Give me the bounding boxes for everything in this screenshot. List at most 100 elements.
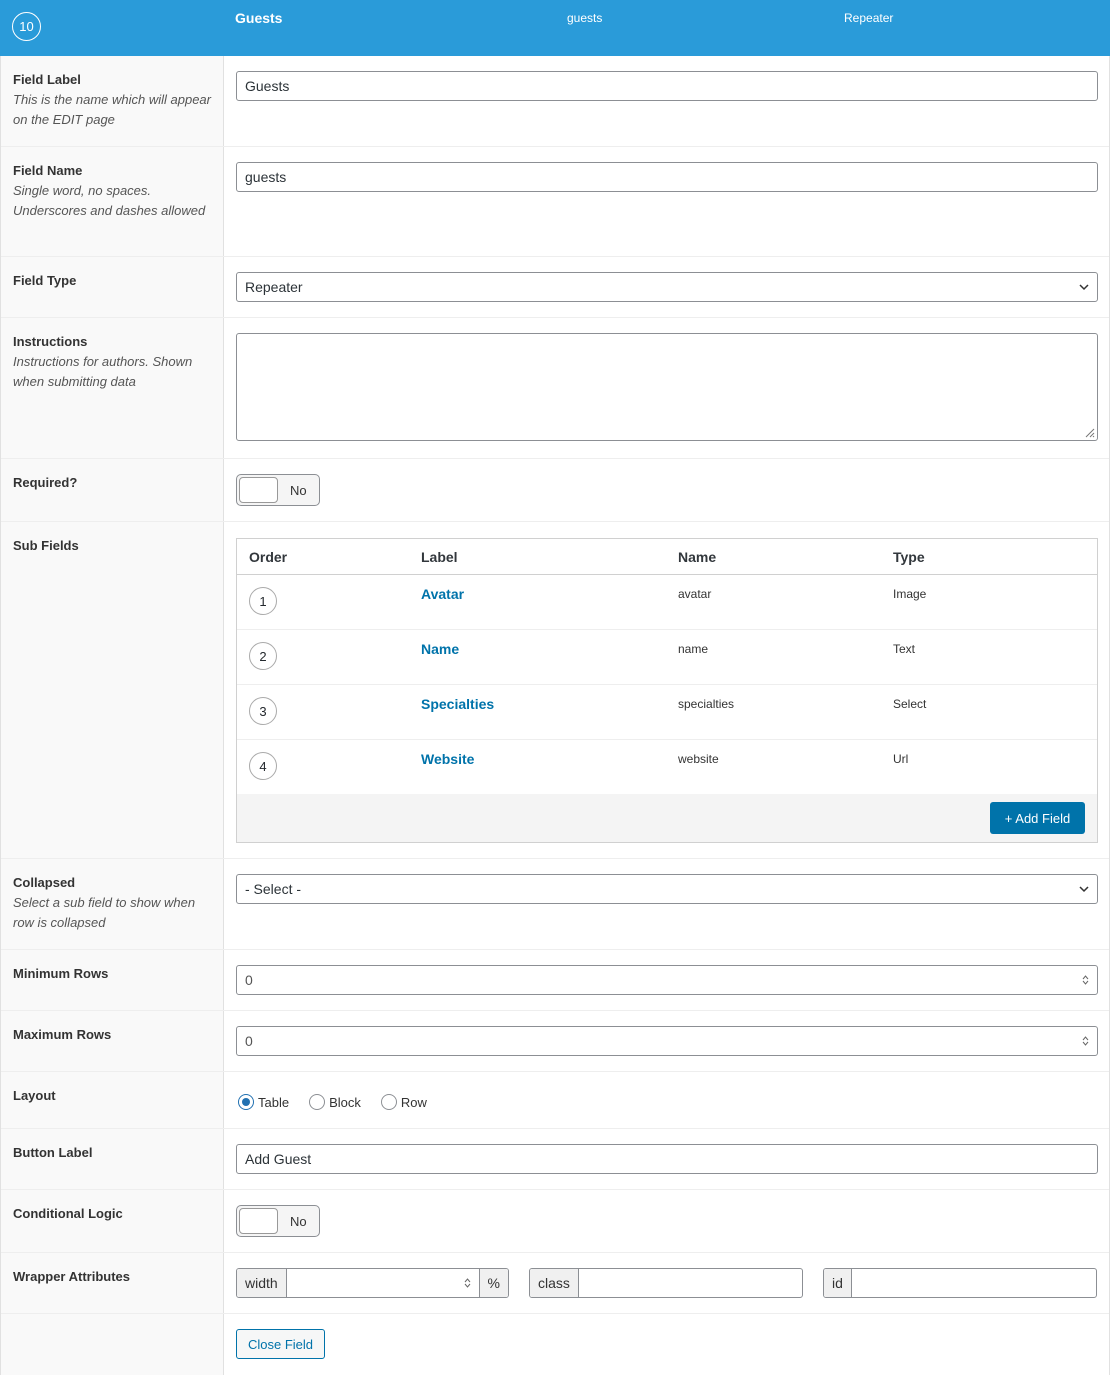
sub-field-type: Text	[893, 642, 916, 656]
field-label-input[interactable]: Guests	[236, 71, 1098, 101]
layout-option-label: Block	[329, 1094, 361, 1110]
layout-option-label: Table	[258, 1094, 290, 1110]
row-min-rows: Minimum Rows 0	[1, 950, 1109, 1011]
row-instructions: Instructions Instructions for authors. S…	[1, 318, 1109, 459]
required-toggle[interactable]: No	[236, 474, 320, 506]
field-header-type: Repeater	[844, 11, 894, 25]
collapsed-desc: Select a sub field to show when row is c…	[13, 895, 196, 930]
sub-field-name: name	[678, 642, 709, 656]
collapsed-select[interactable]: - Select -	[236, 874, 1098, 904]
sub-field-label-link[interactable]: Website	[421, 751, 474, 767]
collapsed-title: Collapsed	[13, 875, 76, 890]
button-label-input[interactable]: Add Guest	[236, 1144, 1098, 1174]
wrapper-width-label: width	[237, 1269, 287, 1297]
wrapper-width-input[interactable]	[287, 1269, 479, 1297]
sub-field-order[interactable]: 1	[249, 587, 277, 615]
sub-field-order[interactable]: 2	[249, 642, 277, 670]
resize-grip-icon[interactable]	[1083, 426, 1095, 438]
required-toggle-label: No	[290, 483, 307, 498]
sub-field-type: Select	[893, 697, 927, 711]
table-row[interactable]: 4 Website website Url	[237, 740, 1097, 795]
sub-field-label-link[interactable]: Specialties	[421, 696, 494, 712]
conditional-logic-toggle-label: No	[290, 1214, 307, 1229]
wrapper-width-suffix: %	[478, 1269, 508, 1297]
field-name-desc: Single word, no spaces. Underscores and …	[13, 183, 206, 218]
row-max-rows: Maximum Rows 0	[1, 1011, 1109, 1072]
instructions-desc: Instructions for authors. Shown when sub…	[13, 354, 193, 389]
sub-field-label-link[interactable]: Avatar	[421, 586, 464, 602]
close-field-button[interactable]: Close Field	[236, 1329, 325, 1359]
layout-option-label: Row	[400, 1094, 427, 1110]
sub-fields-table: Order Label Name Type 1 Avatar avatar Im…	[236, 538, 1098, 843]
sub-field-type: Image	[893, 587, 927, 601]
wrapper-class-field[interactable]: class	[529, 1268, 803, 1298]
field-header[interactable]: 10 Guests guests Repeater	[0, 0, 1110, 56]
field-order-badge: 10	[12, 12, 41, 41]
sub-field-order[interactable]: 3	[249, 697, 277, 725]
field-label-desc: This is the name which will appear on th…	[13, 92, 211, 127]
collapsed-value: - Select -	[245, 881, 302, 897]
conditional-logic-toggle[interactable]: No	[236, 1205, 320, 1237]
field-type-value: Repeater	[245, 279, 303, 295]
table-row[interactable]: 3 Specialties specialties Select	[237, 685, 1097, 740]
row-button-label: Button Label Add Guest	[1, 1129, 1109, 1190]
sub-field-order[interactable]: 4	[249, 752, 277, 780]
radio-checked[interactable]	[238, 1094, 254, 1110]
sub-fields-footer: + Add Field	[237, 794, 1097, 842]
sub-field-name: website	[678, 752, 719, 766]
sub-field-name: specialties	[678, 697, 735, 711]
sub-fields-title: Sub Fields	[13, 538, 79, 553]
max-rows-input[interactable]: 0	[236, 1026, 1098, 1056]
wrapper-attributes-group: width % class id	[236, 1268, 1098, 1298]
wrapper-attributes-title: Wrapper Attributes	[13, 1269, 131, 1284]
sub-field-type: Url	[893, 752, 909, 766]
col-order: Order	[249, 549, 288, 565]
spinner-icon[interactable]	[464, 1277, 471, 1289]
field-header-label[interactable]: Guests	[235, 10, 282, 26]
toggle-knob	[239, 477, 278, 503]
toggle-knob	[239, 1208, 278, 1234]
max-rows-title: Maximum Rows	[13, 1027, 112, 1042]
col-type: Type	[893, 549, 925, 565]
sub-field-name: avatar	[678, 587, 712, 601]
wrapper-class-input[interactable]	[579, 1269, 802, 1297]
layout-option-table[interactable]: Table	[238, 1094, 289, 1110]
row-layout: Layout Table Block Row	[1, 1072, 1109, 1129]
min-rows-input[interactable]: 0	[236, 965, 1098, 995]
radio-unchecked[interactable]	[309, 1094, 326, 1110]
row-field-name: Field Name Single word, no spaces. Under…	[1, 147, 1109, 257]
chevron-down-icon	[1079, 886, 1089, 893]
row-field-type: Field Type Repeater	[1, 257, 1109, 318]
row-wrapper-attributes: Wrapper Attributes width % class id	[1, 1253, 1109, 1314]
col-name: Name	[678, 549, 717, 565]
layout-title: Layout	[13, 1088, 56, 1103]
min-rows-title: Minimum Rows	[13, 966, 109, 981]
sub-field-label-link[interactable]: Name	[421, 641, 459, 657]
wrapper-id-input[interactable]	[852, 1269, 1096, 1297]
table-row[interactable]: 1 Avatar avatar Image	[237, 575, 1097, 630]
row-conditional-logic: Conditional Logic No	[1, 1190, 1109, 1253]
instructions-title: Instructions	[13, 334, 88, 349]
min-rows-value: 0	[245, 972, 253, 988]
field-name-input[interactable]: guests	[236, 162, 1098, 192]
wrapper-id-field[interactable]: id	[823, 1268, 1097, 1298]
field-type-title: Field Type	[13, 273, 77, 288]
col-label: Label	[421, 549, 458, 565]
field-label-title: Field Label	[13, 72, 81, 87]
layout-option-row[interactable]: Row	[380, 1094, 427, 1110]
add-field-button[interactable]: + Add Field	[990, 802, 1085, 834]
button-label-title: Button Label	[13, 1145, 93, 1160]
spinner-icon[interactable]	[1082, 1035, 1089, 1047]
chevron-down-icon	[1079, 284, 1089, 291]
radio-unchecked[interactable]	[380, 1094, 397, 1110]
layout-option-block[interactable]: Block	[309, 1094, 361, 1110]
wrapper-width-field[interactable]: width %	[236, 1268, 509, 1298]
wrapper-class-label: class	[530, 1269, 579, 1297]
table-row[interactable]: 2 Name name Text	[237, 630, 1097, 685]
instructions-textarea[interactable]	[236, 333, 1098, 441]
conditional-logic-title: Conditional Logic	[13, 1206, 123, 1221]
row-required: Required? No	[1, 459, 1109, 522]
spinner-icon[interactable]	[1082, 974, 1089, 986]
field-type-select[interactable]: Repeater	[236, 272, 1098, 302]
layout-radio-group: Table Block Row	[238, 1092, 1098, 1112]
